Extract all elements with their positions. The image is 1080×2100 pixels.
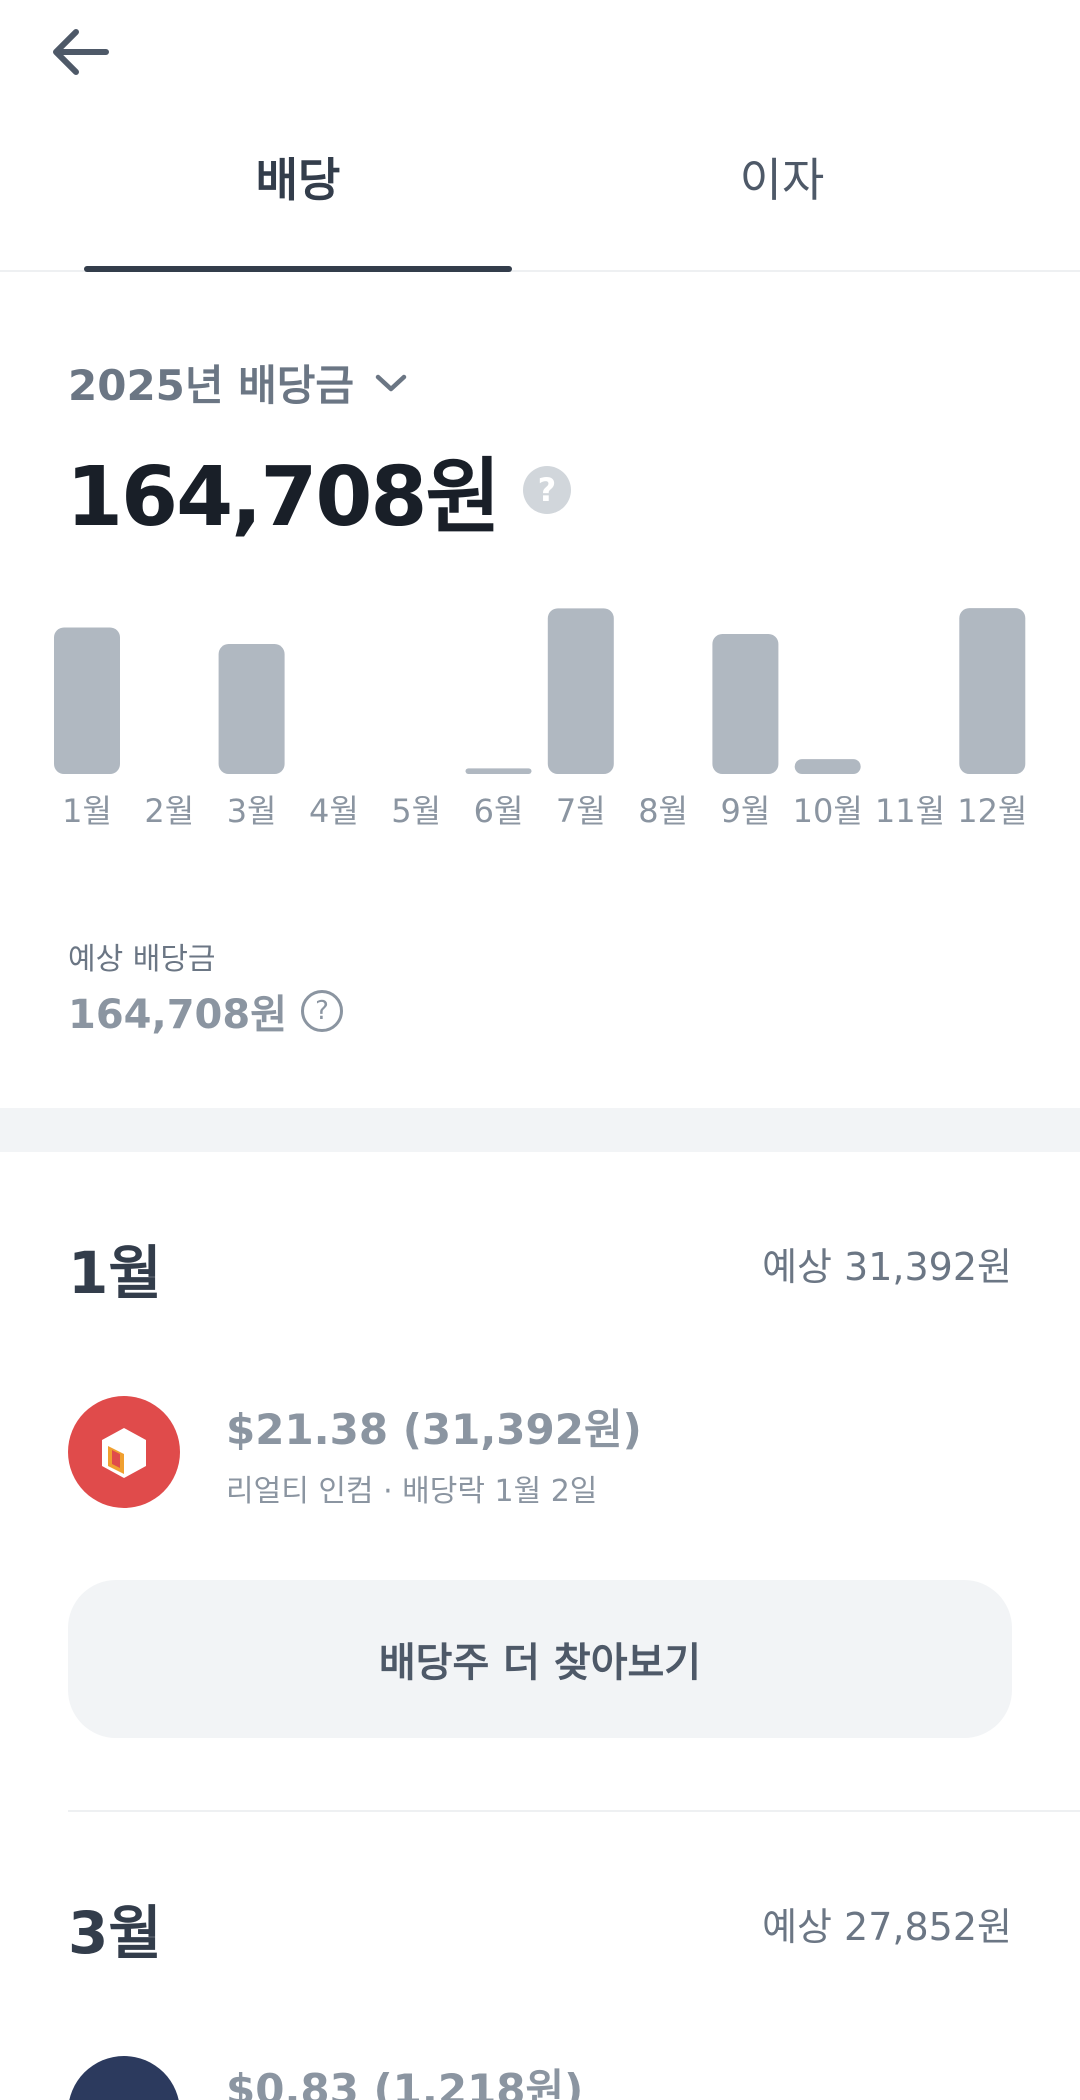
item-subtitle: 리얼티 인컴 · 배당락 1월 2일 <box>226 1474 598 1509</box>
tab-indicator <box>84 266 512 272</box>
chart-bar-9[interactable] <box>712 634 779 774</box>
monthly-dividend-chart: 1월 2월 3월 4월 5월 6월 7월 8월 9월 10월 11월 12월 <box>54 608 1027 830</box>
chart-tick-label: 8월 <box>638 792 688 830</box>
item-amount: $21.38 (31,392원) <box>226 1405 642 1454</box>
expected-row: 164,708원 ? <box>68 982 343 1040</box>
chart-bar-1[interactable] <box>54 627 120 774</box>
back-button[interactable] <box>48 20 112 84</box>
chart-tick-label: 4월 <box>309 792 359 830</box>
find-more-dividend-stocks-button[interactable]: 배당주 더 찾아보기 <box>68 1580 1012 1738</box>
dividend-page: 배당 이자 2025년 배당금 164,708원 ? 1월 2월 3월 4월 5월 6월 7… <box>0 0 1080 2100</box>
help-outline-icon[interactable]: ? <box>301 990 343 1032</box>
dividend-item[interactable]: $0.83 (1,218원) <box>68 2056 1012 2100</box>
realty-income-logo <box>68 1396 180 1508</box>
total-row: 164,708원 ? <box>66 430 571 549</box>
chart-tick-label: 7월 <box>556 792 606 830</box>
month-expected-january: 예상 31,392원 <box>762 1245 1012 1289</box>
divider <box>68 1810 1080 1812</box>
chart-tick-label: 11월 <box>875 792 945 830</box>
month-expected-march: 예상 27,852원 <box>762 1905 1012 1949</box>
tab-bar: 배당 이자 <box>0 140 1080 272</box>
chart-tick-label: 10월 <box>793 792 863 830</box>
item-amount: $0.83 (1,218원) <box>226 2065 584 2100</box>
chart-bar-6[interactable] <box>465 768 532 774</box>
chart-tick-label: 1월 <box>62 792 112 830</box>
chart-tick-label: 9월 <box>720 792 770 830</box>
month-title-march: 3월 <box>68 1899 162 1967</box>
total-amount: 164,708원 <box>66 450 501 545</box>
expected-label: 예상 배당금 <box>68 942 216 977</box>
stock-logo <box>68 2056 180 2100</box>
expected-amount: 164,708원 <box>68 992 287 1038</box>
month-title-january: 1월 <box>68 1239 162 1307</box>
year-label: 2025년 배당금 <box>68 361 355 410</box>
tab-dividend[interactable]: 배당 <box>84 150 512 262</box>
chart-bar-3[interactable] <box>218 644 285 774</box>
chart-tick-label: 12월 <box>957 792 1027 830</box>
arrow-left-icon <box>53 29 109 75</box>
chart-bar-7[interactable] <box>547 608 614 774</box>
year-selector[interactable]: 2025년 배당금 <box>68 352 408 413</box>
chart-tick-label: 6월 <box>474 792 524 830</box>
help-icon[interactable]: ? <box>522 465 571 514</box>
dividend-item[interactable]: $21.38 (31,392원) 리얼티 인컴 · 배당락 1월 2일 <box>68 1396 1012 1516</box>
chart-tick-label: 3월 <box>227 792 277 830</box>
chevron-down-icon <box>375 374 407 391</box>
chart-tick-label: 2월 <box>144 792 194 830</box>
tab-interest[interactable]: 이자 <box>568 150 996 262</box>
section-separator <box>0 1108 1080 1152</box>
chart-bar-12[interactable] <box>959 608 1026 774</box>
chart-tick-label: 5월 <box>391 792 441 830</box>
chart-bar-10[interactable] <box>794 759 861 774</box>
house-logo-icon <box>102 1428 146 1478</box>
